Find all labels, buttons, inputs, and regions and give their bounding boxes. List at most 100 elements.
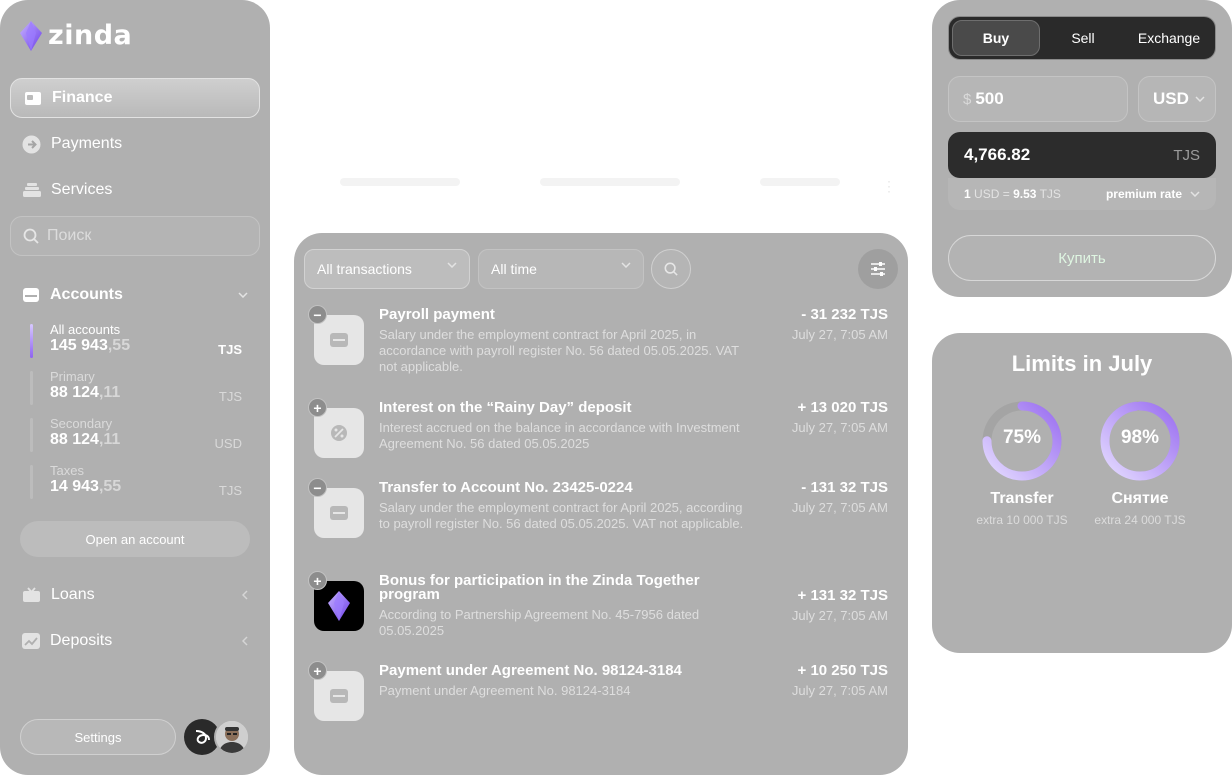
transaction-date: July 27, 7:05 AM <box>791 327 888 342</box>
search-icon <box>664 262 678 276</box>
minus-badge-icon: − <box>308 305 327 324</box>
transaction-row[interactable]: + Interest on the “Rainy Day” deposit In… <box>308 398 888 458</box>
transaction-row[interactable]: − Transfer to Account No. 23425-0224 Sal… <box>308 478 888 558</box>
transaction-row[interactable]: + Bonus for participation in the Zinda T… <box>308 571 888 643</box>
converted-currency: TJS <box>1173 146 1200 164</box>
nav-payments-label: Payments <box>51 135 123 152</box>
account-secondary[interactable]: Secondary 88 124,11 USD <box>30 416 242 454</box>
logo: zinda <box>20 20 132 51</box>
converted-amount: 4,766.82 TJS <box>948 132 1216 178</box>
account-indicator <box>30 371 33 405</box>
sliders-icon <box>871 262 885 276</box>
nav-finance[interactable]: Finance <box>10 78 260 118</box>
account-indicator <box>30 324 33 358</box>
nav-deposits[interactable]: Deposits <box>22 626 248 656</box>
account-label: Taxes <box>50 463 84 478</box>
search-box[interactable] <box>10 216 260 256</box>
filter-settings-button[interactable] <box>858 249 898 289</box>
nav-deposits-label: Deposits <box>50 632 113 649</box>
minus-badge-icon: − <box>308 478 327 497</box>
transaction-amount: + 10 250 TJS <box>797 662 888 679</box>
converted-value: 4,766.82 <box>964 145 1031 164</box>
nav-payments[interactable]: Payments <box>10 124 260 164</box>
transaction-desc: According to Partnership Agreement No. 4… <box>379 607 700 638</box>
transaction-row[interactable]: − Payroll payment Salary under the emplo… <box>308 305 888 385</box>
account-label: Secondary <box>50 416 113 431</box>
ghost-tab-row <box>340 178 840 186</box>
nav-finance-label: Finance <box>52 89 113 106</box>
amount-field[interactable]: $ <box>948 76 1128 122</box>
nav-services-label: Services <box>51 181 113 198</box>
currency-value: USD <box>1153 89 1189 108</box>
buy-button[interactable]: Купить <box>948 235 1216 281</box>
more-icon: ⋮ <box>882 178 896 194</box>
tab-sell[interactable]: Sell <box>1040 20 1126 56</box>
account-currency: TJS <box>218 342 242 357</box>
transaction-desc: Payment under Agreement No. 98124-3184 <box>379 683 631 698</box>
account-taxes[interactable]: Taxes 14 943,55 TJS <box>30 463 242 501</box>
nav-loans-label: Loans <box>51 586 95 603</box>
nav-loans[interactable]: Loans <box>22 580 248 610</box>
settings-button[interactable]: Settings <box>20 719 176 755</box>
chevron-down-icon <box>621 262 631 268</box>
limit-label: Снятие <box>1111 490 1169 507</box>
stack-icon <box>22 181 41 200</box>
transaction-title: Bonus for participation in the Zinda Tog… <box>379 572 700 603</box>
currency-select[interactable]: USD <box>1138 76 1216 122</box>
account-all[interactable]: All accounts 145 943,55 TJS <box>30 322 242 360</box>
limits-title: Limits in July <box>1011 351 1153 376</box>
transaction-row[interactable]: + Payment under Agreement No. 98124-3184… <box>308 661 888 721</box>
plus-badge-icon: + <box>308 571 327 590</box>
transaction-title: Transfer to Account No. 23425-0224 <box>379 479 633 496</box>
exchange-mode-tabs: Buy Sell Exchange <box>948 16 1216 60</box>
swirl-logo-icon <box>195 730 210 744</box>
account-label: All accounts <box>50 322 121 337</box>
account-amount: 88 124,11 <box>50 384 121 401</box>
user-photo-icon <box>216 721 248 753</box>
user-avatar[interactable] <box>214 719 250 755</box>
account-currency: TJS <box>218 389 242 404</box>
chevron-down-icon <box>1190 191 1200 197</box>
tab-exchange[interactable]: Exchange <box>1126 20 1212 56</box>
tab-buy[interactable]: Buy <box>952 20 1040 56</box>
ghost-tab <box>340 178 460 186</box>
wallet-icon <box>23 89 42 108</box>
inbox-icon <box>23 288 39 302</box>
rate-type-select[interactable]: premium rate <box>1106 187 1200 201</box>
account-primary[interactable]: Primary 88 124,11 TJS <box>30 369 242 407</box>
transaction-title: Payroll payment <box>379 306 495 323</box>
zinda-gem-icon <box>20 20 42 51</box>
arrow-circle-icon <box>22 135 41 154</box>
amount-input[interactable] <box>975 89 1116 109</box>
chevron-down-icon[interactable] <box>238 292 248 298</box>
search-button[interactable] <box>651 249 691 289</box>
nav-services[interactable]: Services <box>10 170 260 210</box>
rate-type-value: premium rate <box>1105 187 1182 201</box>
period-value: All time <box>491 261 537 277</box>
limit-sub: extra 10 000 TJS <box>976 513 1068 527</box>
gauge-percent: 75% <box>1002 427 1042 448</box>
rate-row: 1 USD = 9.53 TJS premium rate <box>948 178 1216 210</box>
transaction-title: Payment under Agreement No. 98124-3184 <box>379 662 682 679</box>
transaction-date: July 27, 7:05 AM <box>791 683 888 698</box>
chevron-down-icon <box>447 262 457 268</box>
open-account-button[interactable]: Open an account <box>20 521 250 557</box>
app-name: zinda <box>48 20 133 51</box>
account-amount: 88 124,11 <box>50 431 121 448</box>
chart-up-icon <box>22 633 40 649</box>
account-currency: TJS <box>218 483 242 498</box>
transaction-date: July 27, 7:05 AM <box>791 420 888 435</box>
search-input[interactable] <box>47 227 237 245</box>
transaction-type-value: All transactions <box>317 261 412 277</box>
transaction-type-select[interactable]: All transactions <box>304 249 470 289</box>
limit-gauge-withdrawal: 98% <box>1098 399 1182 483</box>
transaction-date: July 27, 7:05 AM <box>791 608 888 623</box>
account-amount: 14 943,55 <box>50 478 122 495</box>
transaction-amount: - 131 32 TJS <box>801 479 888 496</box>
accounts-header[interactable]: Accounts <box>22 286 248 304</box>
period-select[interactable]: All time <box>478 249 644 289</box>
limit-label: Transfer <box>990 490 1054 507</box>
search-icon <box>23 228 39 244</box>
sidebar: zinda Finance Payments Services A <box>0 0 270 775</box>
account-currency: USD <box>214 436 242 451</box>
